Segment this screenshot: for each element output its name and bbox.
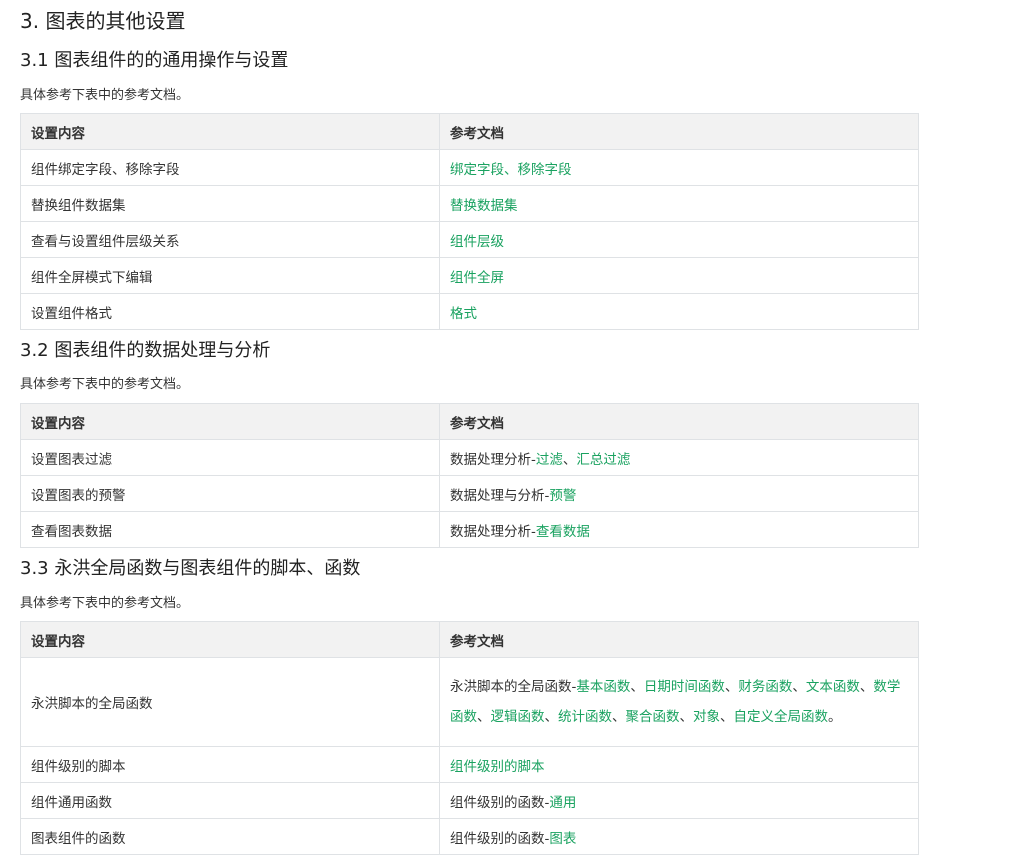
table-row: 查看与设置组件层级关系 组件层级 <box>20 221 919 258</box>
reference-table-3-1: 设置内容 参考文档 组件绑定字段、移除字段 绑定字段、移除字段 替换组件数据集 替换数… <box>20 113 919 330</box>
header-reference-doc: 参考文档 <box>439 403 919 440</box>
table-row: 组件全屏模式下编辑 组件全屏 <box>20 257 919 294</box>
reference-link[interactable]: 组件级别的脚本 <box>450 759 545 775</box>
section-title-3-1: 3.1 图表组件的的通用操作与设置 <box>20 50 289 71</box>
reference-text: 、 <box>720 709 734 725</box>
section-title-3-3: 3.3 永洪全局函数与图表组件的脚本、函数 <box>20 558 361 579</box>
reference-doc-cell: 格式 <box>439 293 919 330</box>
reference-link[interactable]: 自定义全局函数 <box>734 709 829 725</box>
reference-doc-cell: 组件全屏 <box>439 257 919 294</box>
reference-link[interactable]: 逻辑函数 <box>491 709 545 725</box>
reference-link[interactable]: 查看数据 <box>536 524 590 540</box>
table-row: 设置图表的预警 数据处理与分析-预警 <box>20 475 919 512</box>
table-row: 组件级别的脚本 组件级别的脚本 <box>20 746 919 783</box>
table-row: 永洪脚本的全局函数 永洪脚本的全局函数-基本函数、日期时间函数、财务函数、文本函数… <box>20 657 919 747</box>
reference-link[interactable]: 预警 <box>549 488 576 504</box>
setting-content-cell: 设置图表的预警 <box>20 475 440 512</box>
reference-doc-cell: 替换数据集 <box>439 185 919 222</box>
table-header-row: 设置内容 参考文档 <box>20 113 919 150</box>
reference-doc-cell: 数据处理分析-过滤、汇总过滤 <box>439 439 919 476</box>
page-title: 3. 图表的其他设置 <box>20 9 186 33</box>
reference-text: 、 <box>679 709 694 725</box>
setting-content-cell: 查看与设置组件层级关系 <box>20 221 440 258</box>
reference-doc-cell: 组件级别的函数-图表 <box>439 818 919 855</box>
setting-content-cell: 组件通用函数 <box>20 782 440 819</box>
table-header-row: 设置内容 参考文档 <box>20 403 919 440</box>
setting-content-cell: 设置图表过滤 <box>20 439 440 476</box>
reference-text: 组件级别的函数- <box>450 830 550 847</box>
reference-text: 数据处理分析- <box>450 523 536 540</box>
table-header-row: 设置内容 参考文档 <box>20 621 919 658</box>
reference-link[interactable]: 过滤 <box>536 452 563 468</box>
setting-content-cell: 图表组件的函数 <box>20 818 440 855</box>
reference-doc-cell: 数据处理与分析-预警 <box>439 475 919 512</box>
setting-content-cell: 组件级别的脚本 <box>20 746 440 783</box>
reference-link[interactable]: 日期时间函数 <box>644 679 725 695</box>
reference-link[interactable]: 财务函数 <box>738 679 792 695</box>
header-setting-content: 设置内容 <box>20 403 440 440</box>
reference-text: 组件级别的函数- <box>450 794 550 811</box>
reference-text: 数据处理与分析- <box>450 487 550 504</box>
section-intro-3-3: 具体参考下表中的参考文档。 <box>20 596 190 611</box>
reference-text: 、 <box>477 709 491 725</box>
header-reference-doc: 参考文档 <box>439 113 919 150</box>
table-row: 设置组件格式 格式 <box>20 293 919 330</box>
section-intro-3-1: 具体参考下表中的参考文档。 <box>20 88 190 103</box>
reference-text: 、 <box>612 709 626 725</box>
reference-link[interactable]: 对象 <box>693 709 720 725</box>
setting-content-cell: 设置组件格式 <box>20 293 440 330</box>
reference-text: 、 <box>544 709 559 725</box>
header-reference-doc: 参考文档 <box>439 621 919 658</box>
reference-link[interactable]: 替换数据集 <box>450 198 518 214</box>
reference-link[interactable]: 组件全屏 <box>450 270 504 286</box>
reference-text: 永洪脚本的全局函数- <box>450 679 577 695</box>
setting-content-cell: 组件全屏模式下编辑 <box>20 257 440 294</box>
header-setting-content: 设置内容 <box>20 113 440 150</box>
reference-text: 、 <box>630 679 644 695</box>
reference-link[interactable]: 格式 <box>450 306 477 322</box>
reference-doc-cell: 绑定字段、移除字段 <box>439 149 919 186</box>
reference-link[interactable]: 统计函数 <box>558 709 612 725</box>
table-row: 组件绑定字段、移除字段 绑定字段、移除字段 <box>20 149 919 186</box>
reference-link[interactable]: 通用 <box>549 795 576 811</box>
reference-link[interactable]: 聚合函数 <box>626 709 680 725</box>
reference-doc-cell: 组件级别的函数-通用 <box>439 782 919 819</box>
section-intro-3-2: 具体参考下表中的参考文档。 <box>20 377 190 392</box>
reference-text: 、 <box>792 679 806 695</box>
reference-link[interactable]: 绑定字段、移除字段 <box>450 162 572 178</box>
header-setting-content: 设置内容 <box>20 621 440 658</box>
setting-content-cell: 查看图表数据 <box>20 511 440 548</box>
reference-link[interactable]: 图表 <box>549 831 576 847</box>
table-row: 查看图表数据 数据处理分析-查看数据 <box>20 511 919 548</box>
reference-link[interactable]: 组件层级 <box>450 234 504 250</box>
reference-doc-cell: 数据处理分析-查看数据 <box>439 511 919 548</box>
reference-text: 。 <box>828 709 842 725</box>
table-row: 设置图表过滤 数据处理分析-过滤、汇总过滤 <box>20 439 919 476</box>
reference-text: 、 <box>724 679 739 695</box>
reference-text: 、 <box>562 451 577 468</box>
reference-doc-cell: 组件级别的脚本 <box>439 746 919 783</box>
reference-doc-cell: 永洪脚本的全局函数-基本函数、日期时间函数、财务函数、文本函数、数学函数、逻辑函… <box>439 657 919 747</box>
setting-content-cell: 替换组件数据集 <box>20 185 440 222</box>
setting-content-cell: 组件绑定字段、移除字段 <box>20 149 440 186</box>
reference-table-3-2: 设置内容 参考文档 设置图表过滤 数据处理分析-过滤、汇总过滤 设置图表的预警 数据处… <box>20 403 919 548</box>
table-row: 组件通用函数 组件级别的函数-通用 <box>20 782 919 819</box>
table-row: 替换组件数据集 替换数据集 <box>20 185 919 222</box>
setting-content-cell: 永洪脚本的全局函数 <box>20 657 440 747</box>
reference-link[interactable]: 汇总过滤 <box>576 452 630 468</box>
reference-text: 数据处理分析- <box>450 451 536 468</box>
reference-link[interactable]: 基本函数 <box>576 679 630 695</box>
table-row: 图表组件的函数 组件级别的函数-图表 <box>20 818 919 855</box>
reference-doc-cell: 组件层级 <box>439 221 919 258</box>
reference-table-3-3: 设置内容 参考文档 永洪脚本的全局函数 永洪脚本的全局函数-基本函数、日期时间函数… <box>20 621 919 855</box>
reference-link[interactable]: 文本函数 <box>806 679 860 695</box>
section-title-3-2: 3.2 图表组件的数据处理与分析 <box>20 340 271 361</box>
reference-text: 、 <box>859 679 874 695</box>
